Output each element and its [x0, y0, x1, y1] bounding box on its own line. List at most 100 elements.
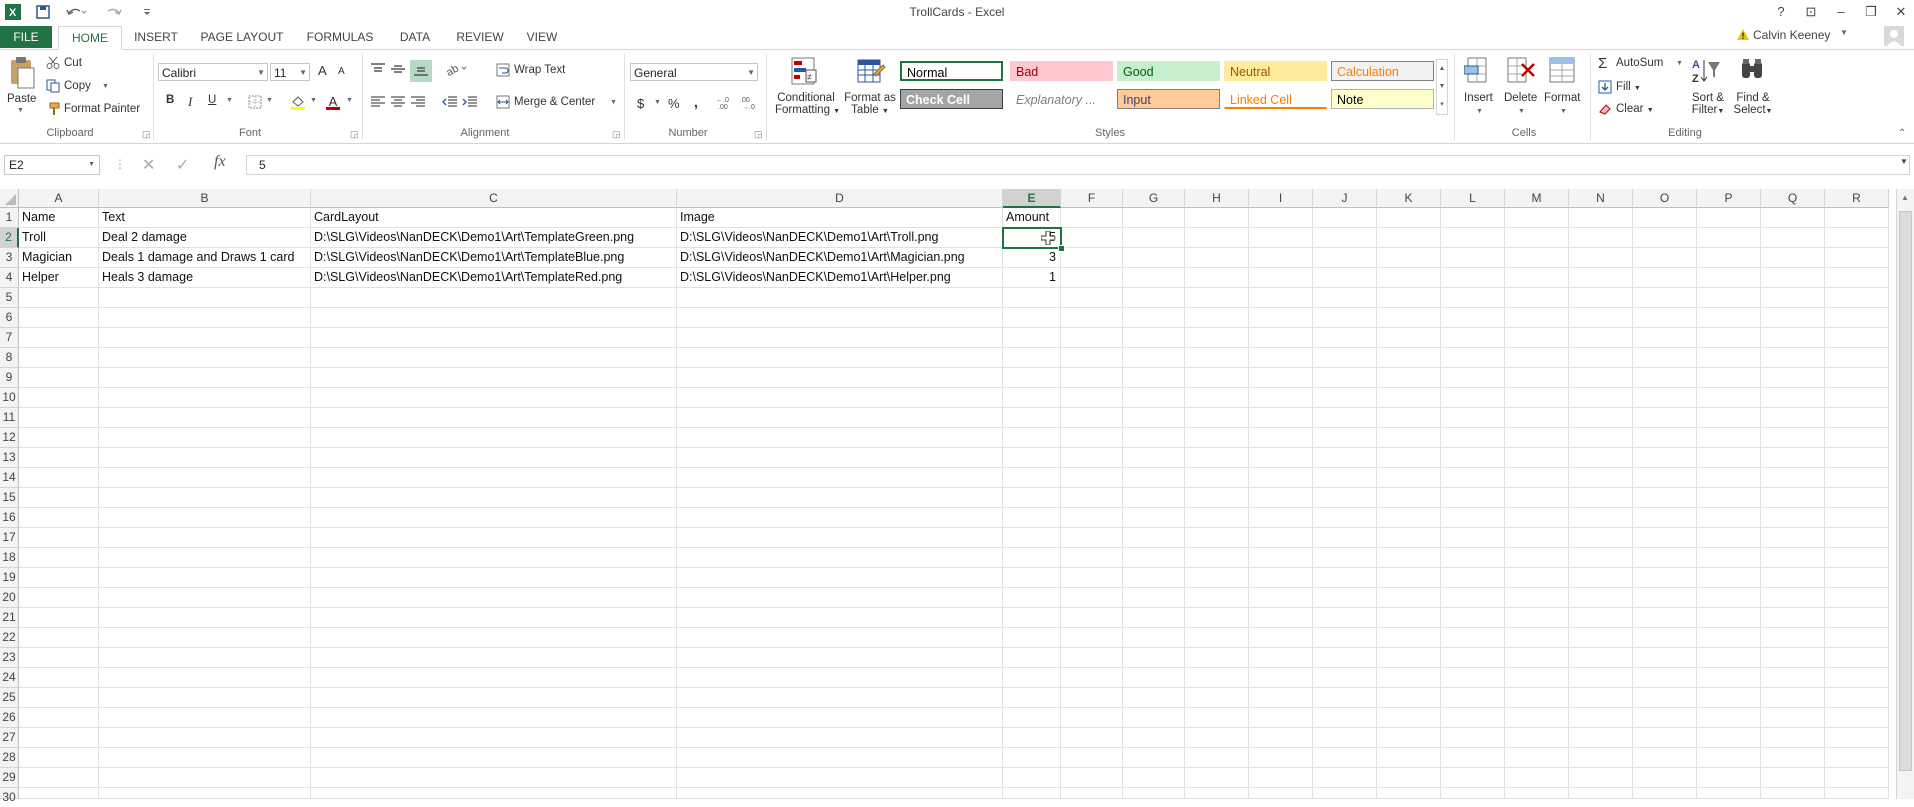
cell-l18[interactable]	[1441, 548, 1505, 568]
cell-l8[interactable]	[1441, 348, 1505, 368]
cell-p2[interactable]	[1697, 228, 1761, 248]
cell-f25[interactable]	[1061, 688, 1123, 708]
row-header-14[interactable]: 14	[0, 468, 19, 488]
cell-i7[interactable]	[1249, 328, 1313, 348]
cell-e22[interactable]	[1003, 628, 1061, 648]
cell-d26[interactable]	[677, 708, 1003, 728]
cell-o20[interactable]	[1633, 588, 1697, 608]
row-header-13[interactable]: 13	[0, 448, 19, 468]
cell-d29[interactable]	[677, 768, 1003, 788]
cell-e30[interactable]	[1003, 788, 1061, 799]
cell-n30[interactable]	[1569, 788, 1633, 799]
cell-p12[interactable]	[1697, 428, 1761, 448]
cell-j19[interactable]	[1313, 568, 1377, 588]
cell-h18[interactable]	[1185, 548, 1249, 568]
increase-indent-icon[interactable]	[462, 95, 478, 112]
format-painter-button[interactable]: Format Painter	[64, 103, 140, 115]
formula-input[interactable]: 5	[246, 155, 1910, 175]
cell-j16[interactable]	[1313, 508, 1377, 528]
cell-k20[interactable]	[1377, 588, 1441, 608]
avatar[interactable]	[1884, 26, 1904, 46]
cell-b26[interactable]	[99, 708, 311, 728]
cell-l21[interactable]	[1441, 608, 1505, 628]
cell-d22[interactable]	[677, 628, 1003, 648]
row-header-11[interactable]: 11	[0, 408, 19, 428]
cell-i16[interactable]	[1249, 508, 1313, 528]
cell-q13[interactable]	[1761, 448, 1825, 468]
cell-e15[interactable]	[1003, 488, 1061, 508]
align-left-icon[interactable]	[370, 95, 386, 112]
cell-q1[interactable]	[1761, 208, 1825, 228]
cell-d10[interactable]	[677, 388, 1003, 408]
cell-l27[interactable]	[1441, 728, 1505, 748]
collapse-ribbon-icon[interactable]: ⌃	[1898, 128, 1906, 139]
cell-i5[interactable]	[1249, 288, 1313, 308]
cell-style-check-cell[interactable]: Check Cell	[900, 89, 1003, 109]
cell-d24[interactable]	[677, 668, 1003, 688]
cell-q21[interactable]	[1761, 608, 1825, 628]
cell-n17[interactable]	[1569, 528, 1633, 548]
cell-k24[interactable]	[1377, 668, 1441, 688]
cell-e21[interactable]	[1003, 608, 1061, 628]
orientation-icon[interactable]: ab	[444, 62, 468, 79]
cell-o26[interactable]	[1633, 708, 1697, 728]
cell-p27[interactable]	[1697, 728, 1761, 748]
cell-l2[interactable]	[1441, 228, 1505, 248]
cell-k13[interactable]	[1377, 448, 1441, 468]
cell-a8[interactable]	[19, 348, 99, 368]
cell-m27[interactable]	[1505, 728, 1569, 748]
cell-d27[interactable]	[677, 728, 1003, 748]
cell-h11[interactable]	[1185, 408, 1249, 428]
cell-c19[interactable]	[311, 568, 677, 588]
cell-e8[interactable]	[1003, 348, 1061, 368]
cell-j22[interactable]	[1313, 628, 1377, 648]
cell-n6[interactable]	[1569, 308, 1633, 328]
cell-b23[interactable]	[99, 648, 311, 668]
cell-q14[interactable]	[1761, 468, 1825, 488]
cell-d8[interactable]	[677, 348, 1003, 368]
cell-n4[interactable]	[1569, 268, 1633, 288]
cell-b21[interactable]	[99, 608, 311, 628]
cut-button[interactable]: Cut	[64, 57, 82, 69]
cell-p21[interactable]	[1697, 608, 1761, 628]
cell-p4[interactable]	[1697, 268, 1761, 288]
cell-l28[interactable]	[1441, 748, 1505, 768]
cell-r20[interactable]	[1825, 588, 1889, 608]
cell-i20[interactable]	[1249, 588, 1313, 608]
minimize-icon[interactable]: –	[1830, 2, 1852, 22]
row-header-16[interactable]: 16	[0, 508, 19, 528]
cell-g2[interactable]	[1123, 228, 1185, 248]
cell-o19[interactable]	[1633, 568, 1697, 588]
cell-j6[interactable]	[1313, 308, 1377, 328]
cell-i25[interactable]	[1249, 688, 1313, 708]
cell-q8[interactable]	[1761, 348, 1825, 368]
cell-a12[interactable]	[19, 428, 99, 448]
cell-d16[interactable]	[677, 508, 1003, 528]
cell-r19[interactable]	[1825, 568, 1889, 588]
cell-a10[interactable]	[19, 388, 99, 408]
cell-r17[interactable]	[1825, 528, 1889, 548]
cell-b12[interactable]	[99, 428, 311, 448]
comma-button[interactable]: ,	[694, 94, 698, 110]
alignment-launcher-icon[interactable]: ◲	[612, 129, 621, 140]
cell-b30[interactable]	[99, 788, 311, 799]
cell-q11[interactable]	[1761, 408, 1825, 428]
cell-o4[interactable]	[1633, 268, 1697, 288]
cell-style-calculation[interactable]: Calculation	[1331, 61, 1434, 81]
name-box[interactable]: E2 ▼	[4, 155, 100, 175]
row-header-9[interactable]: 9	[0, 368, 19, 388]
cell-j11[interactable]	[1313, 408, 1377, 428]
cell-n19[interactable]	[1569, 568, 1633, 588]
fill-color-dropdown-icon[interactable]: ▼	[310, 97, 317, 104]
cell-c8[interactable]	[311, 348, 677, 368]
cell-r29[interactable]	[1825, 768, 1889, 788]
cell-f18[interactable]	[1061, 548, 1123, 568]
cell-g14[interactable]	[1123, 468, 1185, 488]
decrease-decimal-icon[interactable]: .00 →.0	[740, 94, 758, 113]
cell-g7[interactable]	[1123, 328, 1185, 348]
row-header-12[interactable]: 12	[0, 428, 19, 448]
cell-q3[interactable]	[1761, 248, 1825, 268]
font-launcher-icon[interactable]: ◲	[350, 129, 359, 140]
expand-formula-bar-icon[interactable]: ▼	[1900, 157, 1908, 166]
cell-i11[interactable]	[1249, 408, 1313, 428]
